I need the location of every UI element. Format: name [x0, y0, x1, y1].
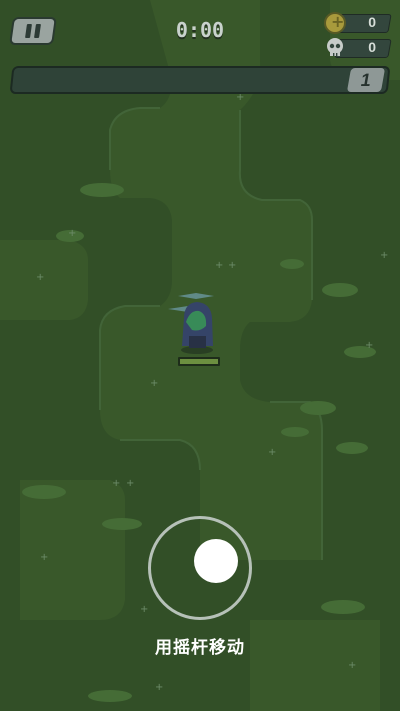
game-timer: 0:00: [175, 18, 225, 42]
kill-count: 0: [368, 39, 376, 55]
coin-count: 0: [368, 14, 376, 30]
coin-icon: [324, 12, 346, 34]
joystick-hint: 用摇杆移动: [155, 638, 245, 658]
coin-counter: 0: [324, 12, 392, 34]
kill-counter: 0: [326, 37, 392, 58]
skull-icon: [327, 38, 343, 56]
xp-bar-fill: [18, 72, 20, 88]
xp-bar: [9, 66, 391, 94]
pause-icon: [23, 24, 43, 38]
pause-button[interactable]: [9, 17, 57, 45]
level-indicator: 1: [346, 68, 386, 92]
joystick-knob[interactable]: [194, 539, 238, 583]
